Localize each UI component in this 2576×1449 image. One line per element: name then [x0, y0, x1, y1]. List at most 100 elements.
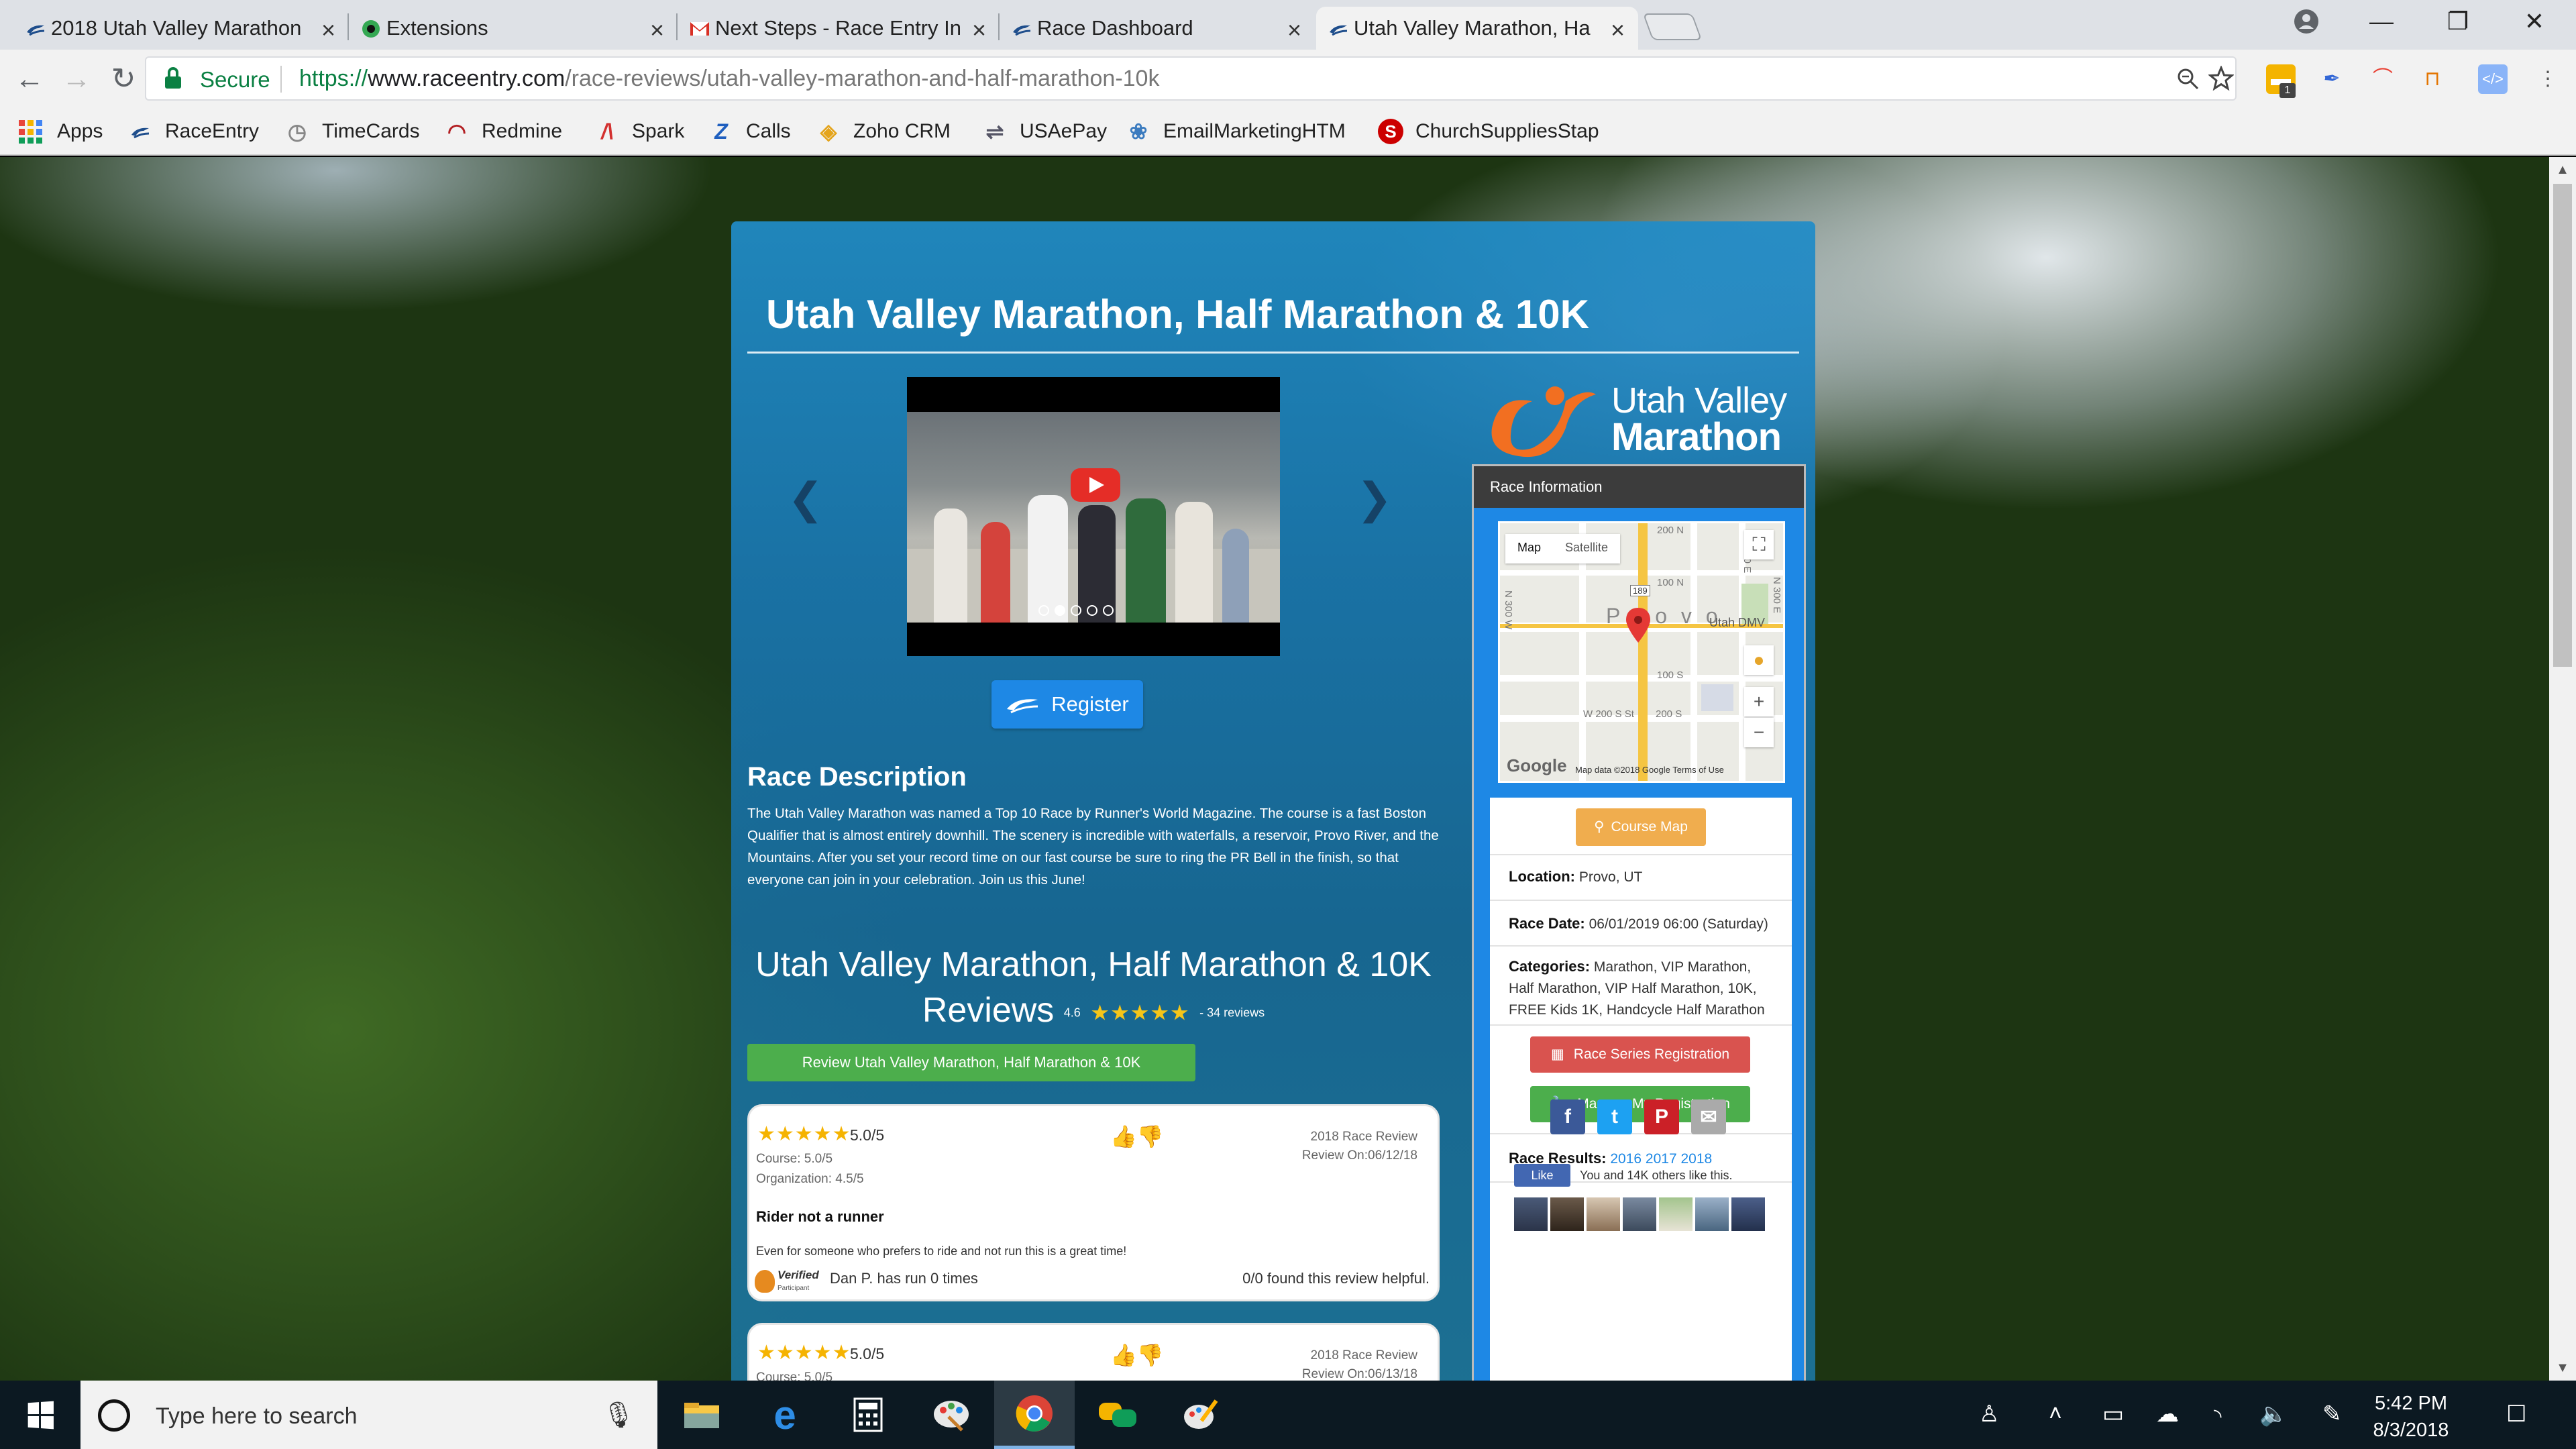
- browser-tab-active[interactable]: Utah Valley Marathon, Ha ×: [1316, 7, 1638, 50]
- profile-icon[interactable]: [2293, 8, 2320, 35]
- avatar[interactable]: [1514, 1197, 1548, 1231]
- facebook-icon[interactable]: f: [1550, 1099, 1585, 1134]
- carousel-dot[interactable]: [1087, 605, 1097, 616]
- page-scrollbar[interactable]: ▲ ▼: [2549, 157, 2576, 1381]
- analytics-extension-icon[interactable]: ⌒: [2368, 64, 2398, 94]
- battery-icon[interactable]: ▭: [2102, 1401, 2124, 1428]
- address-bar[interactable]: Secure https://www.raceentry.com/race-re…: [145, 56, 2237, 101]
- carousel-dot[interactable]: [1038, 605, 1049, 616]
- fullscreen-icon[interactable]: ⛶: [1744, 530, 1774, 559]
- ruler-extension-icon[interactable]: ⊓: [2418, 64, 2447, 94]
- chrome-menu-icon[interactable]: ⋮: [2533, 64, 2563, 94]
- spark-icon: /\: [601, 119, 613, 144]
- thumbs-vote-icons[interactable]: 👍👎: [1110, 1124, 1164, 1149]
- page-title: Utah Valley Marathon, Half Marathon & 10…: [766, 292, 1589, 337]
- scroll-down-arrow-icon[interactable]: ▼: [2549, 1358, 2576, 1378]
- chrome-app[interactable]: [994, 1381, 1075, 1449]
- bookmark-spark[interactable]: /\ Spark: [594, 117, 684, 146]
- map-pin-icon[interactable]: [1625, 606, 1652, 644]
- avatar[interactable]: [1587, 1197, 1620, 1231]
- close-icon[interactable]: ×: [650, 16, 664, 44]
- carousel-dot[interactable]: [1071, 605, 1081, 616]
- action-center-icon[interactable]: ☐: [2506, 1401, 2526, 1428]
- bookmark-apps[interactable]: Apps: [19, 117, 103, 146]
- onedrive-cloud-icon[interactable]: ☁: [2156, 1401, 2179, 1428]
- play-icon[interactable]: [1071, 468, 1120, 502]
- wifi-icon[interactable]: ◝: [2214, 1405, 2222, 1428]
- bookmark-timecards[interactable]: ◷ TimeCards: [284, 117, 420, 146]
- pegman-icon[interactable]: ●: [1744, 645, 1774, 675]
- carousel-dot[interactable]: [1055, 605, 1065, 616]
- back-button[interactable]: ←: [11, 60, 48, 98]
- eyedropper-icon[interactable]: ✒: [2317, 64, 2347, 94]
- reload-button[interactable]: ↻: [105, 60, 142, 98]
- write-review-button[interactable]: Review Utah Valley Marathon, Half Marath…: [747, 1044, 1195, 1081]
- bookmark-raceentry[interactable]: RaceEntry: [127, 117, 259, 146]
- carousel-next-button[interactable]: ❯: [1356, 474, 1393, 524]
- close-icon[interactable]: ×: [1611, 16, 1625, 44]
- taskbar-search[interactable]: Type here to search 🎙: [80, 1381, 657, 1449]
- forward-button[interactable]: →: [58, 60, 95, 98]
- code-extension-icon[interactable]: </>: [2478, 64, 2508, 94]
- bookmark-zoho-crm[interactable]: ◈ Zoho CRM: [816, 117, 951, 146]
- calculator-app[interactable]: [828, 1381, 908, 1449]
- register-button[interactable]: Register: [991, 680, 1143, 729]
- twitter-icon[interactable]: t: [1597, 1099, 1632, 1134]
- avatar[interactable]: [1623, 1197, 1656, 1231]
- bookmark-redmine[interactable]: ◠ Redmine: [444, 117, 562, 146]
- close-icon[interactable]: ×: [1287, 16, 1301, 44]
- bookmark-email-marketing[interactable]: ❀ EmailMarketingHTM: [1126, 117, 1346, 146]
- race-series-registration-button[interactable]: ▦ Race Series Registration: [1530, 1036, 1750, 1073]
- zoom-icon[interactable]: [2176, 67, 2200, 91]
- pen-workspace-icon[interactable]: ✎: [2322, 1401, 2342, 1428]
- edge-app[interactable]: e: [745, 1381, 825, 1449]
- restore-button[interactable]: ❐: [2420, 0, 2496, 43]
- taskbar-clock[interactable]: 5:42 PM 8/3/2018: [2357, 1390, 2465, 1444]
- bookmark-church-supplies[interactable]: S ChurchSuppliesStap: [1378, 117, 1599, 146]
- browser-tab[interactable]: Next Steps - Race Entry In ×: [678, 7, 1000, 50]
- bookmark-calls[interactable]: Z Calls: [708, 117, 790, 146]
- close-window-button[interactable]: ✕: [2497, 0, 2572, 43]
- avatar[interactable]: [1550, 1197, 1584, 1231]
- bookmark-star-icon[interactable]: [2208, 66, 2234, 91]
- avatar[interactable]: [1659, 1197, 1693, 1231]
- thumbs-vote-icons[interactable]: 👍👎: [1110, 1342, 1164, 1368]
- race-video[interactable]: [907, 377, 1280, 656]
- people-icon[interactable]: ♙: [1979, 1401, 1999, 1428]
- browser-tab[interactable]: Race Dashboard ×: [1000, 7, 1315, 50]
- avatar[interactable]: [1695, 1197, 1729, 1231]
- chat-app[interactable]: [1077, 1381, 1158, 1449]
- course-map-button[interactable]: ⚲ Course Map: [1576, 808, 1706, 846]
- file-explorer-app[interactable]: [661, 1381, 742, 1449]
- zoom-out-button[interactable]: −: [1744, 718, 1774, 747]
- minimize-button[interactable]: —: [2344, 0, 2419, 43]
- scroll-up-arrow-icon[interactable]: ▲: [2549, 160, 2576, 180]
- avatar[interactable]: [1731, 1197, 1765, 1231]
- show-hidden-icons-chevron-icon[interactable]: ˄: [2049, 1401, 2062, 1427]
- zoom-in-button[interactable]: +: [1744, 687, 1774, 716]
- location-map[interactable]: 200 N 100 N 100 S 200 S W 200 S St N 300…: [1498, 521, 1785, 783]
- close-icon[interactable]: ×: [972, 16, 986, 44]
- apps-grid-icon: [19, 119, 42, 144]
- volume-icon[interactable]: 🔈: [2259, 1401, 2288, 1428]
- carousel-prev-button[interactable]: ❮: [788, 474, 824, 524]
- facebook-like-button[interactable]: Like: [1514, 1164, 1570, 1187]
- tab-title: Race Dashboard: [1037, 16, 1193, 40]
- close-icon[interactable]: ×: [321, 16, 335, 44]
- raceentry-logo-icon: [1330, 25, 1348, 36]
- paint-app[interactable]: [911, 1381, 991, 1449]
- scroll-thumb[interactable]: [2553, 184, 2572, 667]
- pinterest-icon[interactable]: P: [1644, 1099, 1679, 1134]
- new-tab-button[interactable]: [1642, 13, 1703, 40]
- paint-3d-app[interactable]: [1161, 1381, 1241, 1449]
- browser-tab[interactable]: Extensions ×: [349, 7, 678, 50]
- start-button[interactable]: [0, 1381, 80, 1449]
- email-icon[interactable]: ✉: [1691, 1099, 1726, 1134]
- carousel-dot[interactable]: [1103, 605, 1114, 616]
- bookmark-usaepay[interactable]: ⇌ USAePay: [982, 117, 1107, 146]
- browser-tab[interactable]: 2018 Utah Valley Marathon ×: [13, 7, 349, 50]
- map-tab-satellite[interactable]: Satellite: [1553, 534, 1620, 564]
- microphone-icon[interactable]: 🎙: [602, 1401, 635, 1430]
- map-tab-map[interactable]: Map: [1505, 534, 1553, 564]
- url-text[interactable]: https://www.raceentry.com/race-reviews/u…: [299, 66, 1159, 92]
